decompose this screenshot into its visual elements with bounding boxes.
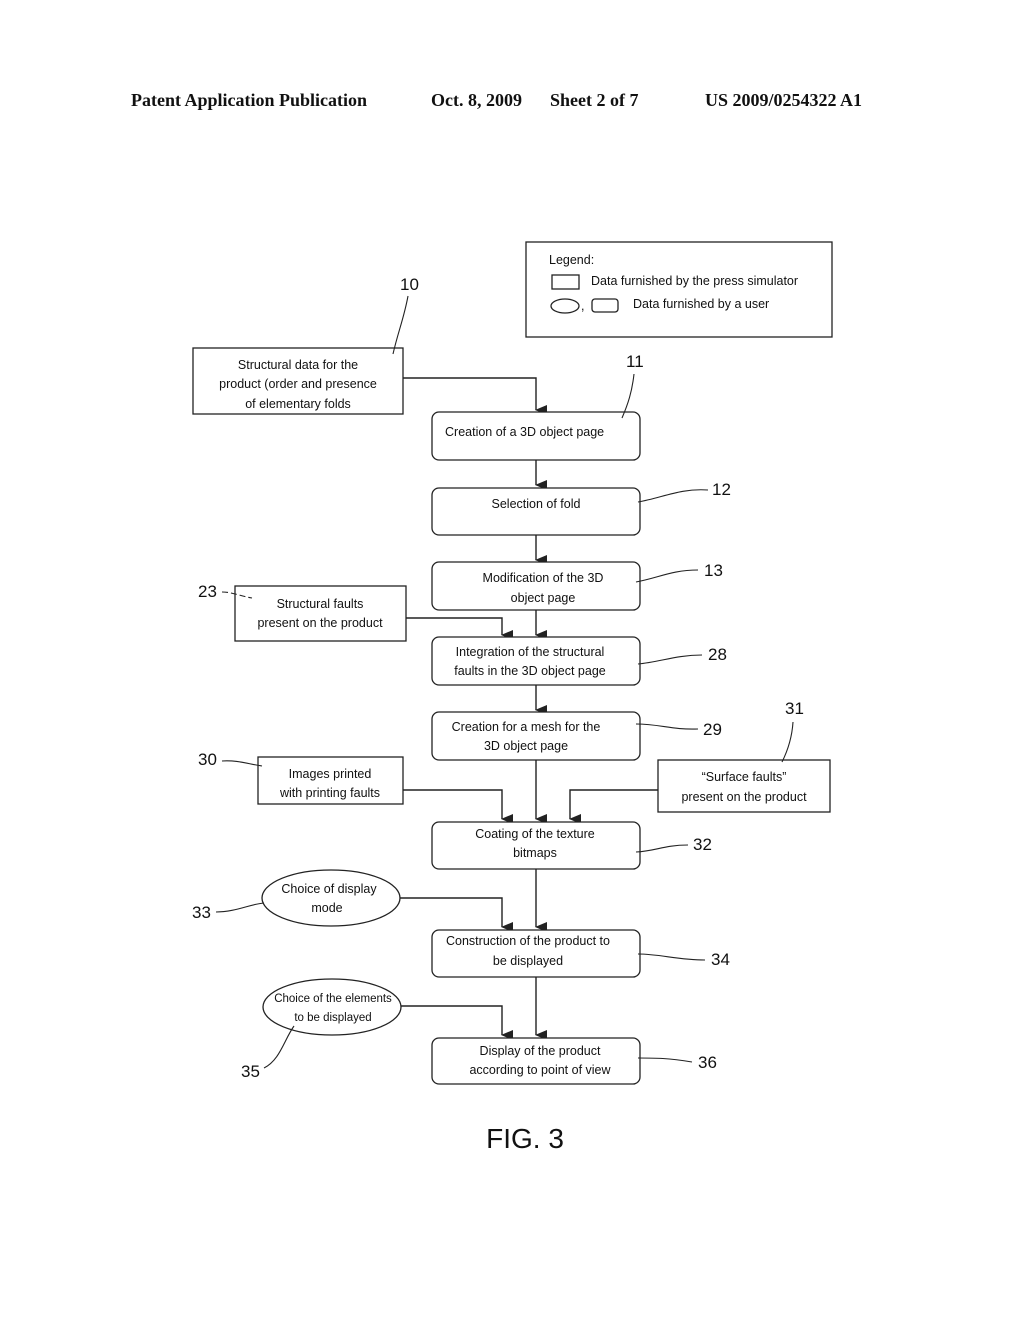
node-text: product (order and presence	[219, 377, 377, 391]
legend-item-simulator: Data furnished by the press simulator	[591, 274, 798, 288]
leader-line	[637, 953, 706, 961]
node-structural-data: Structural data for the product (order a…	[192, 347, 404, 415]
leader-line	[637, 489, 709, 503]
ref-label: 32	[693, 835, 712, 854]
node-text: Choice of display	[281, 882, 377, 896]
node-text: of elementary folds	[245, 397, 351, 411]
node-text: 3D object page	[484, 739, 568, 753]
ref-label: 30	[198, 750, 217, 769]
legend-ellipse-icon	[550, 298, 580, 314]
node-text: present on the product	[257, 616, 383, 630]
ref-label: 23	[198, 582, 217, 601]
legend-separator: ,	[581, 299, 584, 313]
leader-line	[392, 295, 409, 355]
leader-line	[215, 902, 265, 913]
ref-label: 11	[626, 352, 644, 371]
legend-rectangle-icon	[551, 274, 580, 290]
edge-35-36	[400, 1005, 513, 1040]
flowchart-diagram: Legend: Data furnished by the press simu…	[192, 241, 833, 1154]
legend-rounded-rect-icon	[591, 298, 619, 313]
edge-33-34	[400, 897, 513, 932]
edge-10-11	[403, 377, 547, 415]
ref-label: 12	[712, 480, 731, 499]
ref-label: 31	[785, 699, 804, 718]
node-text: Images printed	[289, 767, 372, 781]
node-text: present on the product	[681, 790, 807, 804]
node-coating-texture: Coating of the texture bitmaps	[431, 821, 641, 870]
node-choice-display-mode: Choice of display mode	[261, 869, 401, 927]
ref-label: 28	[708, 645, 727, 664]
node-text: Choice of the elements	[274, 993, 392, 1005]
node-surface-faults: “Surface faults” present on the product	[657, 759, 831, 813]
edge-31-32	[569, 789, 658, 824]
edge-30-32	[403, 789, 513, 824]
node-create-3d-object-page: Creation of a 3D object page	[431, 411, 641, 461]
legend-item-user: Data furnished by a user	[633, 297, 769, 311]
node-text: Integration of the structural	[456, 645, 605, 659]
ref-label: 36	[698, 1053, 717, 1072]
node-selection-of-fold: Selection of fold	[431, 487, 641, 536]
node-text: Coating of the texture	[475, 827, 595, 841]
leader-line	[637, 654, 703, 665]
node-text: Selection of fold	[492, 497, 581, 511]
node-text: “Surface faults”	[702, 770, 787, 784]
node-integration-structural-faults: Integration of the structural faults in …	[431, 636, 641, 686]
node-text: with printing faults	[279, 786, 380, 800]
node-construction-product: Construction of the product to be displa…	[431, 929, 641, 978]
ref-label: 34	[711, 950, 730, 969]
node-create-mesh: Creation for a mesh for the 3D object pa…	[431, 711, 641, 761]
node-text: Creation of a 3D object page	[445, 425, 604, 439]
node-structural-faults: Structural faults present on the product	[234, 585, 407, 642]
node-display-product: Display of the product according to poin…	[431, 1037, 641, 1085]
node-text: Structural faults	[277, 597, 364, 611]
node-text: be displayed	[493, 954, 563, 968]
leader-line	[635, 569, 699, 583]
node-modification-3d-page: Modification of the 3D object page	[431, 561, 641, 611]
leader-line	[637, 1057, 693, 1063]
figure-label: FIG. 3	[486, 1123, 564, 1154]
node-text: Creation for a mesh for the	[452, 720, 601, 734]
legend: Legend: Data furnished by the press simu…	[525, 241, 833, 338]
node-text: object page	[511, 591, 576, 605]
ref-label: 33	[192, 903, 211, 922]
leader-line	[221, 760, 263, 767]
legend-title: Legend:	[549, 253, 594, 267]
leader-line	[263, 1025, 295, 1069]
ref-label: 35	[241, 1062, 260, 1081]
ref-label: 10	[400, 275, 419, 294]
node-text: mode	[311, 901, 342, 915]
leader-line	[635, 723, 699, 730]
node-text: Display of the product	[480, 1044, 601, 1058]
node-text: Structural data for the	[238, 358, 358, 372]
edge-23-28	[406, 617, 513, 640]
ref-label: 13	[704, 561, 723, 580]
leader-line	[781, 721, 794, 763]
node-text: faults in the 3D object page	[454, 664, 606, 678]
node-text: Modification of the 3D	[483, 571, 604, 585]
node-text: according to point of view	[469, 1063, 611, 1077]
node-text: to be displayed	[294, 1012, 371, 1024]
node-choice-elements: Choice of the elements to be displayed	[262, 978, 402, 1036]
node-text: Construction of the product to	[446, 934, 610, 948]
ref-label: 29	[703, 720, 722, 739]
node-images-printed: Images printed with printing faults	[257, 756, 404, 805]
leader-line	[635, 844, 689, 853]
node-text: bitmaps	[513, 846, 557, 860]
